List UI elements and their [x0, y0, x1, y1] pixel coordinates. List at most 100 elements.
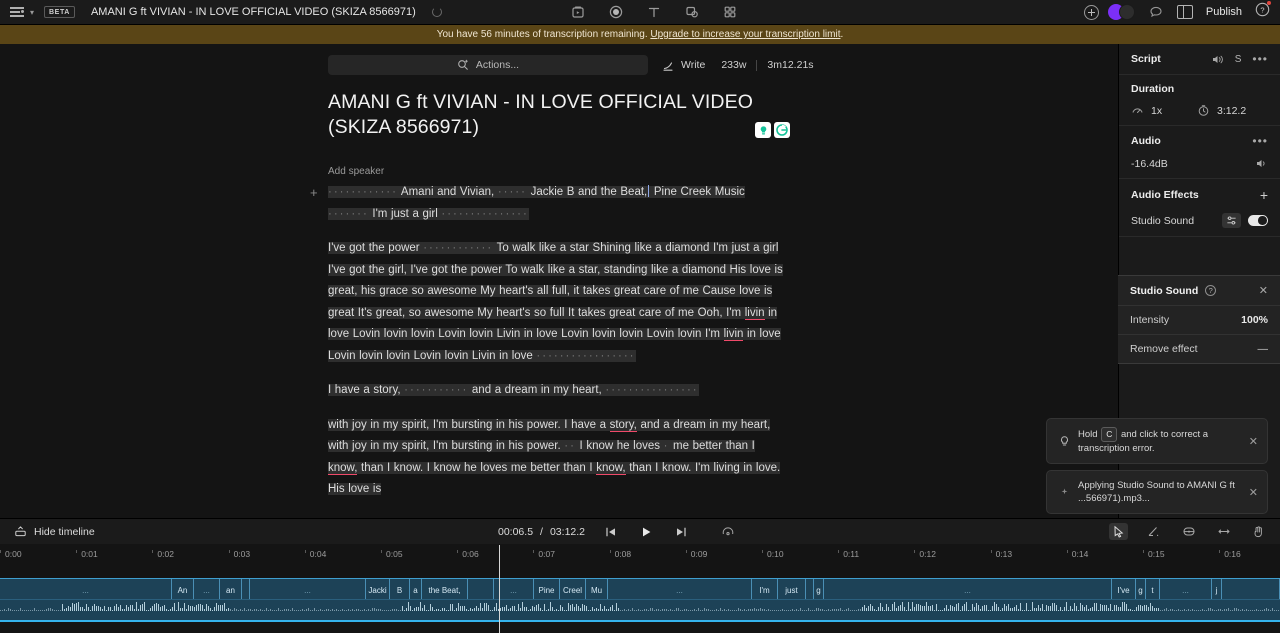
cursor-tool[interactable] — [1109, 523, 1128, 540]
timeline-clip[interactable] — [806, 579, 814, 599]
silence-gap: ············ — [423, 242, 494, 254]
timeline-clip[interactable]: ... — [194, 579, 220, 599]
help-icon[interactable]: ? — [1255, 1, 1271, 22]
timeline-clip[interactable]: Mu — [586, 579, 608, 599]
waveform-bar — [1234, 608, 1235, 611]
waveform-bar — [724, 609, 725, 611]
timeline-clip[interactable]: Jacki — [366, 579, 390, 599]
transcript-paragraph[interactable]: I have a story, ··········· and a dream … — [328, 380, 783, 402]
record-icon[interactable] — [608, 4, 624, 20]
timeline-clip[interactable]: the Beat, — [422, 579, 468, 599]
timeline-clip[interactable]: just — [778, 579, 806, 599]
timeline-clip[interactable]: Creel — [560, 579, 586, 599]
chevron-down-icon[interactable]: ▾ — [30, 8, 34, 17]
waveform-bar — [986, 604, 987, 611]
comment-icon[interactable] — [1148, 4, 1164, 20]
intensity-row[interactable]: Intensity 100% — [1118, 305, 1280, 334]
timeline-clip[interactable]: g — [1136, 579, 1146, 599]
more-icon[interactable]: ••• — [1252, 52, 1268, 66]
resize-tool[interactable] — [1214, 523, 1233, 540]
timeline-clip[interactable]: I'm — [752, 579, 778, 599]
close-icon[interactable]: ✕ — [1259, 284, 1268, 297]
menu-icon[interactable] — [10, 6, 24, 18]
shape-icon[interactable] — [684, 4, 700, 20]
waveform-bar — [1202, 609, 1203, 611]
waveform-bar — [1020, 603, 1021, 611]
audio-more-icon[interactable]: ••• — [1252, 134, 1268, 148]
effect-toggle[interactable] — [1248, 215, 1268, 226]
waveform-track[interactable] — [0, 600, 1280, 622]
timeline-ruler[interactable]: 0:00 0:01 0:02 0:03 0:04 0:05 0:06 0:07 0:08 0:09… — [0, 545, 1280, 565]
timeline-clip[interactable]: an — [220, 579, 242, 599]
timeline-clip[interactable]: a — [410, 579, 422, 599]
timeline-clip[interactable]: ... — [250, 579, 366, 599]
timeline-clip[interactable]: Pine — [534, 579, 560, 599]
publish-button[interactable]: Publish — [1206, 6, 1242, 18]
transcript-track[interactable]: ... An... an... Jacki Ba the Beat,... Pine Cree… — [0, 578, 1280, 600]
insert-block-icon[interactable]: + — [310, 185, 318, 200]
effect-settings-icon[interactable] — [1222, 213, 1241, 228]
audio-volume-icon[interactable] — [1255, 157, 1268, 170]
timeline-clip[interactable]: j — [1212, 579, 1222, 599]
actions-button[interactable]: Actions... — [328, 55, 648, 75]
volume-icon[interactable] — [1211, 53, 1224, 66]
cut-tool[interactable] — [1144, 523, 1163, 540]
play-icon[interactable] — [636, 523, 655, 540]
waveform-bar — [1062, 610, 1063, 611]
timeline-clip[interactable]: ... — [824, 579, 1112, 599]
script-editor[interactable]: AMANI G ft VIVIAN - IN LOVE OFFICIAL VID… — [0, 90, 1118, 518]
right-panel-icon[interactable] — [1176, 5, 1193, 19]
timeline-clip[interactable]: B — [390, 579, 410, 599]
add-icon[interactable] — [1083, 4, 1099, 20]
loop-icon[interactable] — [718, 523, 737, 540]
hand-tool[interactable] — [1249, 523, 1268, 540]
transcript-paragraph[interactable]: with joy in my spirit, I'm bursting in h… — [328, 415, 783, 501]
write-button[interactable]: Write — [662, 59, 705, 72]
timeline-clip[interactable]: t — [1146, 579, 1160, 599]
grammarly-suggestion-icon[interactable] — [755, 122, 771, 138]
text-icon[interactable] — [646, 4, 662, 20]
waveform-bar — [1116, 604, 1117, 611]
hide-timeline-button[interactable]: Hide timeline — [14, 525, 95, 538]
waveform-bar — [1238, 608, 1239, 611]
waveform-bar — [382, 610, 383, 611]
close-icon[interactable]: ✕ — [1249, 435, 1258, 448]
magnet-tool[interactable] — [1179, 523, 1198, 540]
waveform-bar — [1056, 605, 1057, 611]
skip-back-icon[interactable] — [601, 523, 620, 540]
playhead[interactable] — [499, 545, 500, 633]
timeline-clip[interactable]: An — [172, 579, 194, 599]
timeline-clip[interactable] — [242, 579, 250, 599]
transcript-paragraph[interactable]: I've got the power ············ To walk … — [328, 238, 783, 367]
remove-effect-row[interactable]: Remove effect — — [1118, 334, 1280, 363]
video-icon[interactable] — [570, 4, 586, 20]
grid-icon[interactable] — [722, 4, 738, 20]
waveform-bar — [912, 602, 913, 611]
transcript-paragraph[interactable]: ············ Amani and Vivian, ····· Jac… — [328, 182, 783, 225]
timeline-clip[interactable] — [468, 579, 494, 599]
timeline-clip[interactable]: ... — [0, 579, 172, 599]
remove-effect-value[interactable]: — — [1258, 343, 1269, 355]
banner-upgrade-link[interactable]: Upgrade to increase your transcription l… — [650, 29, 840, 40]
help-circle-icon[interactable]: ? — [1205, 285, 1217, 296]
effect-studio-sound[interactable]: Studio Sound — [1131, 213, 1268, 228]
avatar[interactable] — [1107, 4, 1135, 20]
timeline-clip[interactable]: ... — [608, 579, 752, 599]
waveform-bar — [6, 610, 7, 611]
waveform-bar — [718, 610, 719, 611]
grammarly-logo-icon[interactable] — [774, 122, 790, 138]
timeline-clip[interactable]: I've — [1112, 579, 1136, 599]
close-icon[interactable]: ✕ — [1249, 486, 1258, 499]
skip-forward-icon[interactable] — [671, 523, 690, 540]
timeline-clip[interactable]: g — [814, 579, 824, 599]
timeline-clip[interactable]: ... — [494, 579, 534, 599]
timeline-clip[interactable]: ... — [1160, 579, 1212, 599]
page-title[interactable]: AMANI G ft VIVIAN - IN LOVE OFFICIAL VID… — [328, 90, 790, 140]
s-icon[interactable]: S — [1235, 54, 1242, 65]
document-title[interactable]: AMANI G ft VIVIAN - IN LOVE OFFICIAL VID… — [91, 6, 416, 18]
timeline-clip[interactable] — [1222, 579, 1280, 599]
playback-speed[interactable]: 1x — [1131, 104, 1197, 117]
add-effect-icon[interactable]: + — [1260, 187, 1268, 203]
waveform-bar — [908, 602, 909, 611]
add-speaker-button[interactable]: Add speaker — [328, 166, 1118, 177]
